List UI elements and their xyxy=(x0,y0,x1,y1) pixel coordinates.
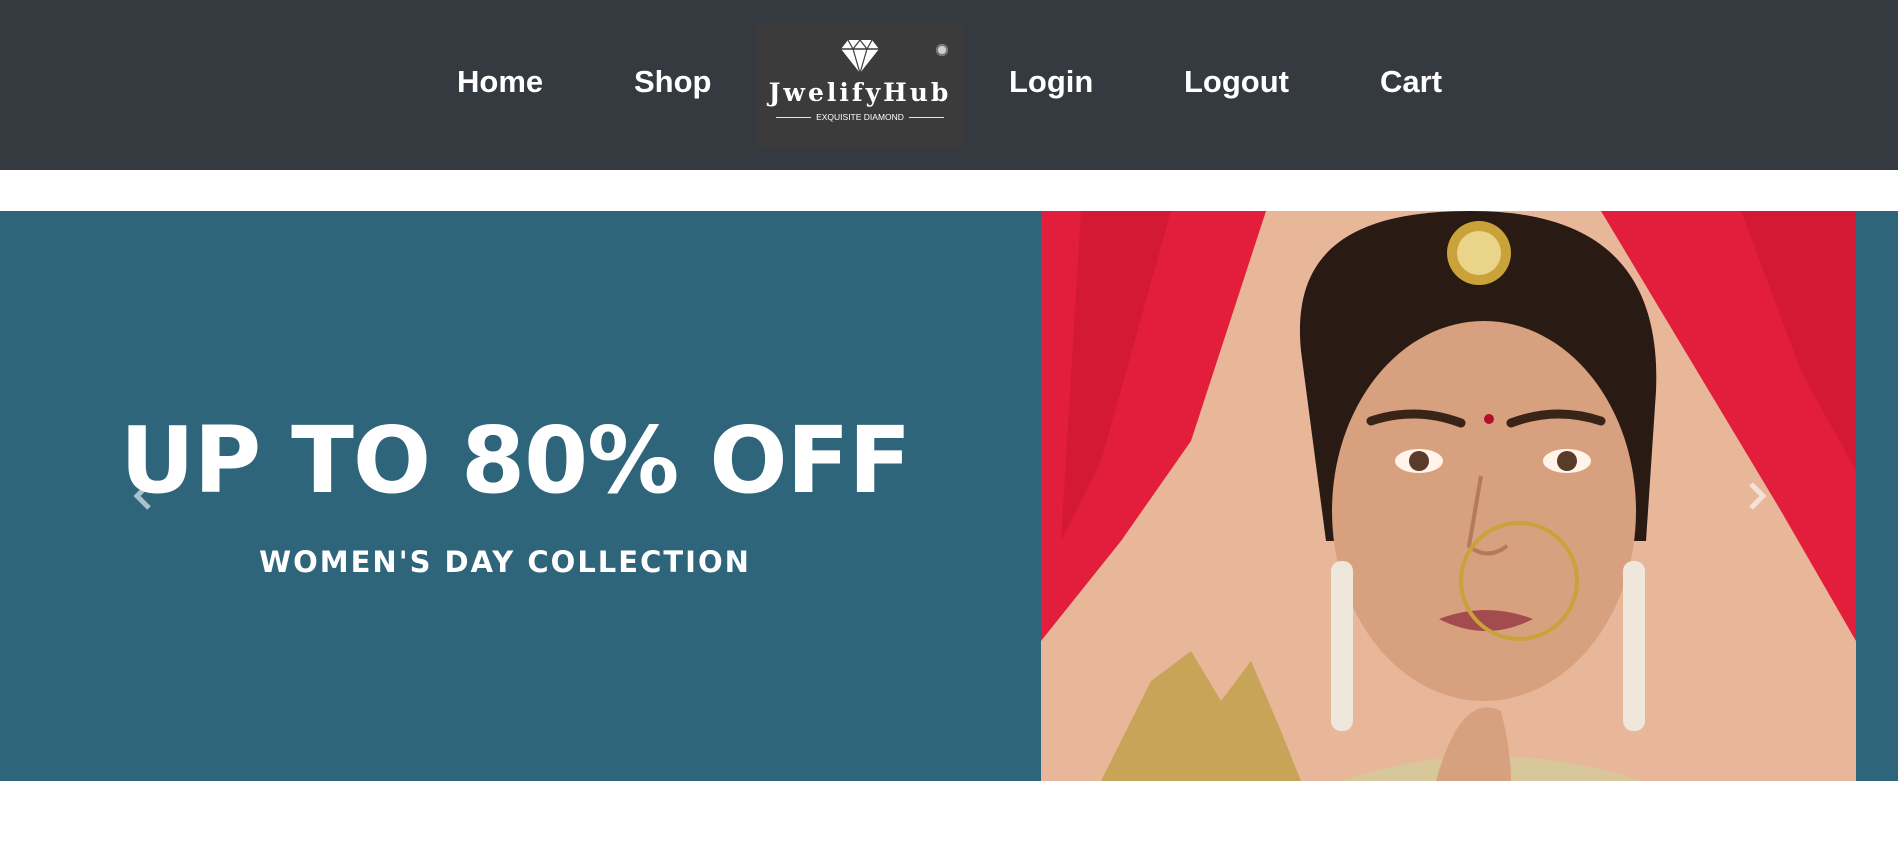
chevron-left-icon xyxy=(133,482,151,510)
carousel-prev-button[interactable] xyxy=(128,476,158,516)
diamond-icon xyxy=(841,39,879,74)
hero-carousel: UP TO 80% OFF WOMEN'S DAY COLLECTION xyxy=(0,211,1898,781)
brand-tagline: EXQUISITE DIAMOND xyxy=(816,112,904,122)
banner-headline: UP TO 80% OFF xyxy=(120,407,911,514)
nav-home-link[interactable]: Home xyxy=(457,62,543,102)
chevron-right-icon xyxy=(1749,482,1767,510)
nav-cart-link[interactable]: Cart xyxy=(1380,62,1442,102)
model-photo xyxy=(1041,211,1856,781)
carousel-next-button[interactable] xyxy=(1742,476,1772,516)
model-illustration xyxy=(1041,211,1856,781)
top-navbar: Home Shop JwelifyHub EXQUISITE DIAMOND L… xyxy=(0,0,1898,170)
tagline-rule-right xyxy=(908,116,944,118)
brand-tagline-row: EXQUISITE DIAMOND xyxy=(776,110,944,124)
nav-shop-link[interactable]: Shop xyxy=(634,62,712,102)
nav-logout-link[interactable]: Logout xyxy=(1184,62,1289,102)
tagline-rule-left xyxy=(776,116,812,118)
banner-subline: WOMEN'S DAY COLLECTION xyxy=(259,545,751,579)
nav-login-link[interactable]: Login xyxy=(1009,62,1093,102)
brand-name: JwelifyHub xyxy=(768,78,952,107)
logo-badge-dot xyxy=(936,44,948,56)
brand-logo[interactable]: JwelifyHub EXQUISITE DIAMOND xyxy=(756,24,964,148)
